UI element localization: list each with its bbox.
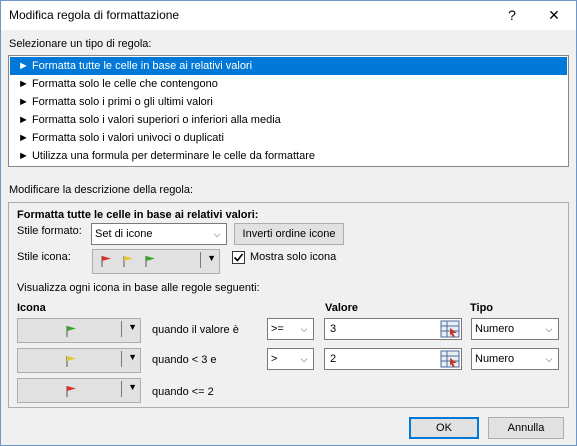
- ok-button[interactable]: OK: [409, 417, 479, 439]
- show-icon-only-checkbox[interactable]: [232, 251, 245, 264]
- cell-reference-icon[interactable]: [440, 320, 460, 338]
- type-value: Numero: [475, 353, 515, 365]
- format-style-value: Set di icone: [95, 228, 153, 240]
- description-group: Formatta tutte le celle in base ai relat…: [8, 202, 569, 408]
- rules-intro-text: Visualizza ogni icona in base alle regol…: [17, 282, 260, 294]
- condition-text-row-3: quando <= 2: [152, 386, 214, 398]
- cell-reference-icon[interactable]: [440, 350, 460, 368]
- rule-type-item[interactable]: ► Formatta solo i valori univoci o dupli…: [10, 129, 567, 147]
- dialog-title: Modifica regola di formattazione: [9, 8, 180, 22]
- icon-style-label: Stile icona:: [17, 251, 71, 263]
- icon-column-header: Icona: [17, 302, 46, 314]
- rule-type-item[interactable]: ► Formatta tutte le celle in base ai rel…: [10, 57, 567, 75]
- dialog-window: Modifica regola di formattazione ? ✕ Sel…: [0, 0, 577, 446]
- value-text: 2: [330, 353, 337, 365]
- value-column-header: Valore: [325, 302, 359, 314]
- rule-type-item[interactable]: ► Utilizza una formula per determinare l…: [10, 147, 567, 165]
- rule-type-list: ► Formatta tutte le celle in base ai rel…: [8, 55, 569, 167]
- close-button[interactable]: ✕: [539, 4, 569, 26]
- green-flag-icon: [145, 256, 155, 267]
- format-style-label: Stile formato:: [17, 225, 82, 237]
- icon-select-row-1[interactable]: ▼: [17, 318, 141, 343]
- rule-type-label: Selezionare un tipo di regola:: [9, 38, 152, 50]
- type-column-header: Tipo: [470, 302, 494, 314]
- separator: [200, 252, 201, 268]
- description-label: Modificare la descrizione della regola:: [9, 184, 194, 196]
- checkmark-icon: [233, 253, 244, 262]
- cancel-button[interactable]: Annulla: [488, 417, 564, 439]
- chevron-down-icon: ⌵: [208, 225, 225, 243]
- format-style-select[interactable]: Set di icone ⌵: [91, 223, 227, 245]
- type-value: Numero: [475, 323, 515, 335]
- rule-type-item[interactable]: ► Formatta solo i valori superiori o inf…: [10, 111, 567, 129]
- description-heading: Formatta tutte le celle in base ai relat…: [17, 209, 259, 221]
- triangle-down-icon: ▼: [128, 352, 137, 362]
- triangle-down-icon: ▼: [128, 322, 137, 332]
- rule-type-item[interactable]: ► Formatta solo i primi o gli ultimi val…: [10, 93, 567, 111]
- chevron-down-icon: ⌵: [540, 350, 557, 368]
- green-flag-icon: [66, 326, 76, 337]
- operator-value: >=: [271, 323, 284, 335]
- operator-select-row-1[interactable]: >= ⌵: [267, 318, 314, 340]
- chevron-down-icon: ⌵: [540, 320, 557, 338]
- yellow-flag-icon: [123, 256, 133, 267]
- value-input-row-1[interactable]: 3: [324, 318, 462, 340]
- chevron-down-icon: ⌵: [295, 350, 312, 368]
- icon-style-select[interactable]: ▼: [92, 249, 220, 274]
- operator-select-row-2[interactable]: > ⌵: [267, 348, 314, 370]
- type-select-row-1[interactable]: Numero ⌵: [471, 318, 559, 340]
- chevron-down-icon: ⌵: [295, 320, 312, 338]
- help-button[interactable]: ?: [497, 4, 527, 26]
- triangle-down-icon: ▼: [128, 382, 137, 392]
- yellow-flag-icon: [66, 356, 76, 367]
- red-flag-icon: [66, 386, 76, 397]
- condition-text-row-2: quando < 3 e: [152, 354, 217, 366]
- show-icon-only-label: Mostra solo icona: [250, 251, 337, 263]
- red-flag-icon: [101, 256, 111, 267]
- condition-text-row-1: quando il valore è: [152, 324, 239, 336]
- operator-value: >: [271, 353, 278, 365]
- rule-type-item[interactable]: ► Formatta solo le celle che contengono: [10, 75, 567, 93]
- separator: [121, 321, 122, 337]
- type-select-row-2[interactable]: Numero ⌵: [471, 348, 559, 370]
- title-bar: Modifica regola di formattazione ? ✕: [1, 1, 576, 30]
- icon-select-row-2[interactable]: ▼: [17, 348, 141, 373]
- separator: [121, 351, 122, 367]
- value-input-row-2[interactable]: 2: [324, 348, 462, 370]
- icon-select-row-3[interactable]: ▼: [17, 378, 141, 403]
- value-text: 3: [330, 323, 337, 335]
- triangle-down-icon: ▼: [207, 253, 216, 263]
- separator: [121, 381, 122, 397]
- reverse-icon-order-button[interactable]: Inverti ordine icone: [234, 223, 344, 245]
